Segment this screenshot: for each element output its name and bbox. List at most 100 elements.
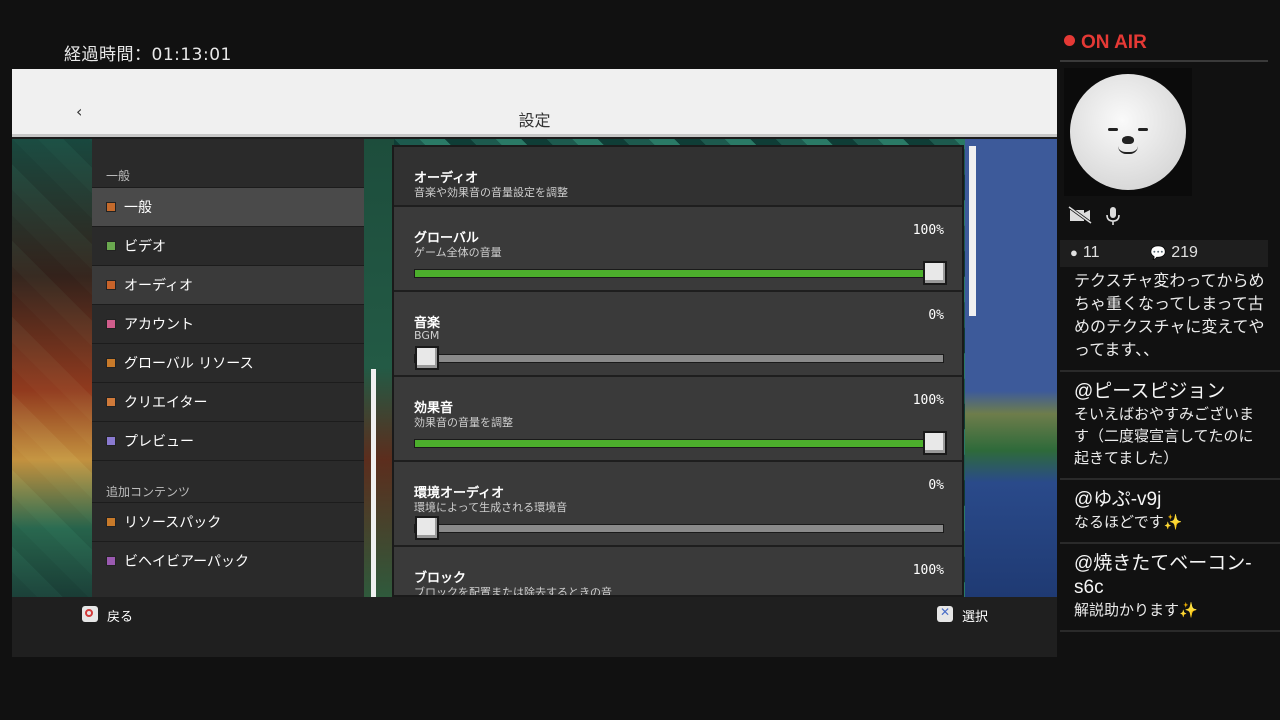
sidebar-item-general-3[interactable]: アカウント [92,304,364,343]
chat-text: テクスチャ変わってからめちゃ重くなってしまって古めのテクスチャに変えてやってます… [1074,273,1265,359]
game-window: ‹ 設定 一般 一般ビデオオーディオアカウントグローバル リソース クリエイタープ… [12,69,1057,657]
settings-footer: 戻る 選択 [12,597,1057,657]
elapsed-time: 経過時間：01:13:01 [64,45,232,65]
category-icon [106,358,116,368]
person-icon: ● [1070,245,1078,260]
chat-message: @ゆぷ-v9j なるほどです✨ [1060,480,1280,544]
divider [1060,60,1268,62]
category-icon [106,436,116,446]
sidebar-item-general-2[interactable]: オーディオ [92,265,364,304]
slider-fill [415,440,943,447]
sidebar-item-label: ビヘイビアーパック [124,554,250,570]
audio-settings-panel: オーディオ 音楽や効果音の音量設定を調整 グローバル ゲーム全体の音量 100% 音楽… [392,145,964,597]
chat-message: @ピースピジョン そいえばおやすみございます（二度寝宣言してたのに起きてました） [1060,372,1280,480]
sidebar-item-label: クリエイター [124,395,208,411]
volume-setting: グローバル ゲーム全体の音量 100% [394,207,962,292]
viewer-count-value: 11 [1082,244,1100,261]
sidebar-group-extra: 追加コンテンツ [92,460,364,502]
category-icon [106,397,116,407]
setting-description: ゲーム全体の音量 [414,246,502,259]
setting-value: 100% [912,223,944,238]
comment-count: 💬 219 [1150,244,1198,262]
sidebar-item-extra-0[interactable]: リソースパック [92,502,364,541]
avatar [1070,74,1186,190]
sidebar-item-label: アカウント [124,317,194,333]
slider-thumb[interactable] [923,431,947,455]
audio-subtitle: 音楽や効果音の音量設定を調整 [414,186,568,199]
microphone-icon [1105,206,1121,230]
sidebar-item-general-4[interactable]: グローバル リソース [92,343,364,382]
chat-username: @焼きたてベーコン-s6c [1074,553,1252,598]
sidebar-item-label: グローバル リソース [124,356,254,372]
avatar-eye-left [1108,128,1118,131]
chat-text: なるほどです✨ [1074,514,1183,531]
volume-setting: ブロック ブロックを配置または除去するときの音 100% [394,547,962,597]
panel-scrollbar[interactable] [969,146,976,316]
setting-description: 効果音の音量を調整 [414,416,513,429]
sidebar-item-label: オーディオ [124,278,194,294]
page-title: 設定 [518,111,551,130]
volume-setting: 音楽 BGM 0% [394,292,962,377]
settings-header: ‹ 設定 [12,69,1057,137]
avatar-eye-right [1138,128,1148,131]
stream-stats: ● 11 💬 219 [1060,240,1268,267]
sidebar-item-general-5[interactable]: クリエイター [92,382,364,421]
volume-setting: 環境オーディオ 環境によって生成される環境音 0% [394,462,962,547]
game-background-left [12,139,92,597]
category-icon [106,556,116,566]
sidebar-item-label: リソースパック [124,515,222,531]
avatar-nose [1122,136,1134,144]
category-icon [106,241,116,251]
setting-description: BGM [414,329,440,342]
on-air-label: ON AIR [1081,32,1147,53]
volume-slider[interactable] [414,431,947,455]
setting-value: 100% [912,393,944,408]
sidebar-item-label: 一般 [124,200,152,216]
setting-description: 環境によって生成される環境音 [414,501,568,514]
chat-username: @ゆぷ-v9j [1074,489,1162,510]
avatar-mouth [1118,146,1138,154]
volume-slider[interactable] [414,516,944,540]
live-dot-icon [1064,35,1075,46]
setting-value: 0% [928,478,944,493]
sidebar-item-label: プレビュー [124,434,194,450]
sidebar-item-extra-1[interactable]: ビヘイビアーパック [92,541,364,580]
camera-off-icon [1068,205,1092,228]
circle-button-icon[interactable] [82,606,98,622]
volume-setting: 効果音 効果音の音量を調整 100% [394,377,962,462]
cross-button-icon[interactable] [937,605,953,622]
viewer-count: ● 11 [1070,244,1099,262]
category-icon [106,280,116,290]
game-background-right [965,139,1057,597]
chat-text: 解説助かります✨ [1074,602,1198,619]
setting-value: 100% [912,563,944,578]
slider-thumb[interactable] [415,346,439,370]
volume-slider[interactable] [414,346,944,370]
chat-message: テクスチャ変わってからめちゃ重くなってしまって古めのテクスチャに変えてやってます… [1060,270,1280,372]
speech-bubble-icon: 💬 [1150,245,1167,260]
game-background-mid [364,139,394,597]
audio-section-header: オーディオ 音楽や効果音の音量設定を調整 [394,147,962,207]
back-button-label[interactable]: 戻る [107,606,133,625]
sidebar-item-label: ビデオ [124,239,166,255]
sidebar-item-general-1[interactable]: ビデオ [92,226,364,265]
slider-fill [415,270,943,277]
chat-text: そいえばおやすみございます（二度寝宣言してたのに起きてました） [1074,406,1255,467]
select-button-label[interactable]: 選択 [962,606,988,625]
slider-thumb[interactable] [923,261,947,285]
setting-value: 0% [928,308,944,323]
sidebar-item-general-6[interactable]: プレビュー [92,421,364,460]
sidebar-item-general-0[interactable]: 一般 [92,187,364,226]
volume-slider[interactable] [414,261,947,285]
chat-panel: テクスチャ変わってからめちゃ重くなってしまって古めのテクスチャに変えてやってます… [1060,270,1280,720]
streamer-avatar-box [1064,68,1192,196]
on-air-indicator: ON AIR [1064,32,1147,54]
setting-description: ブロックを配置または除去するときの音 [414,586,612,597]
chat-message: @焼きたてベーコン-s6c 解説助かります✨ [1060,544,1280,632]
category-icon [106,202,116,212]
category-icon [106,517,116,527]
settings-sidebar: 一般 一般 ビデオ オーディオ アカウント グローバル リソース クリエイター プレビュー … [92,139,364,597]
slider-thumb[interactable] [415,516,439,540]
sidebar-group-general: 一般 [106,169,131,183]
category-icon [106,319,116,329]
